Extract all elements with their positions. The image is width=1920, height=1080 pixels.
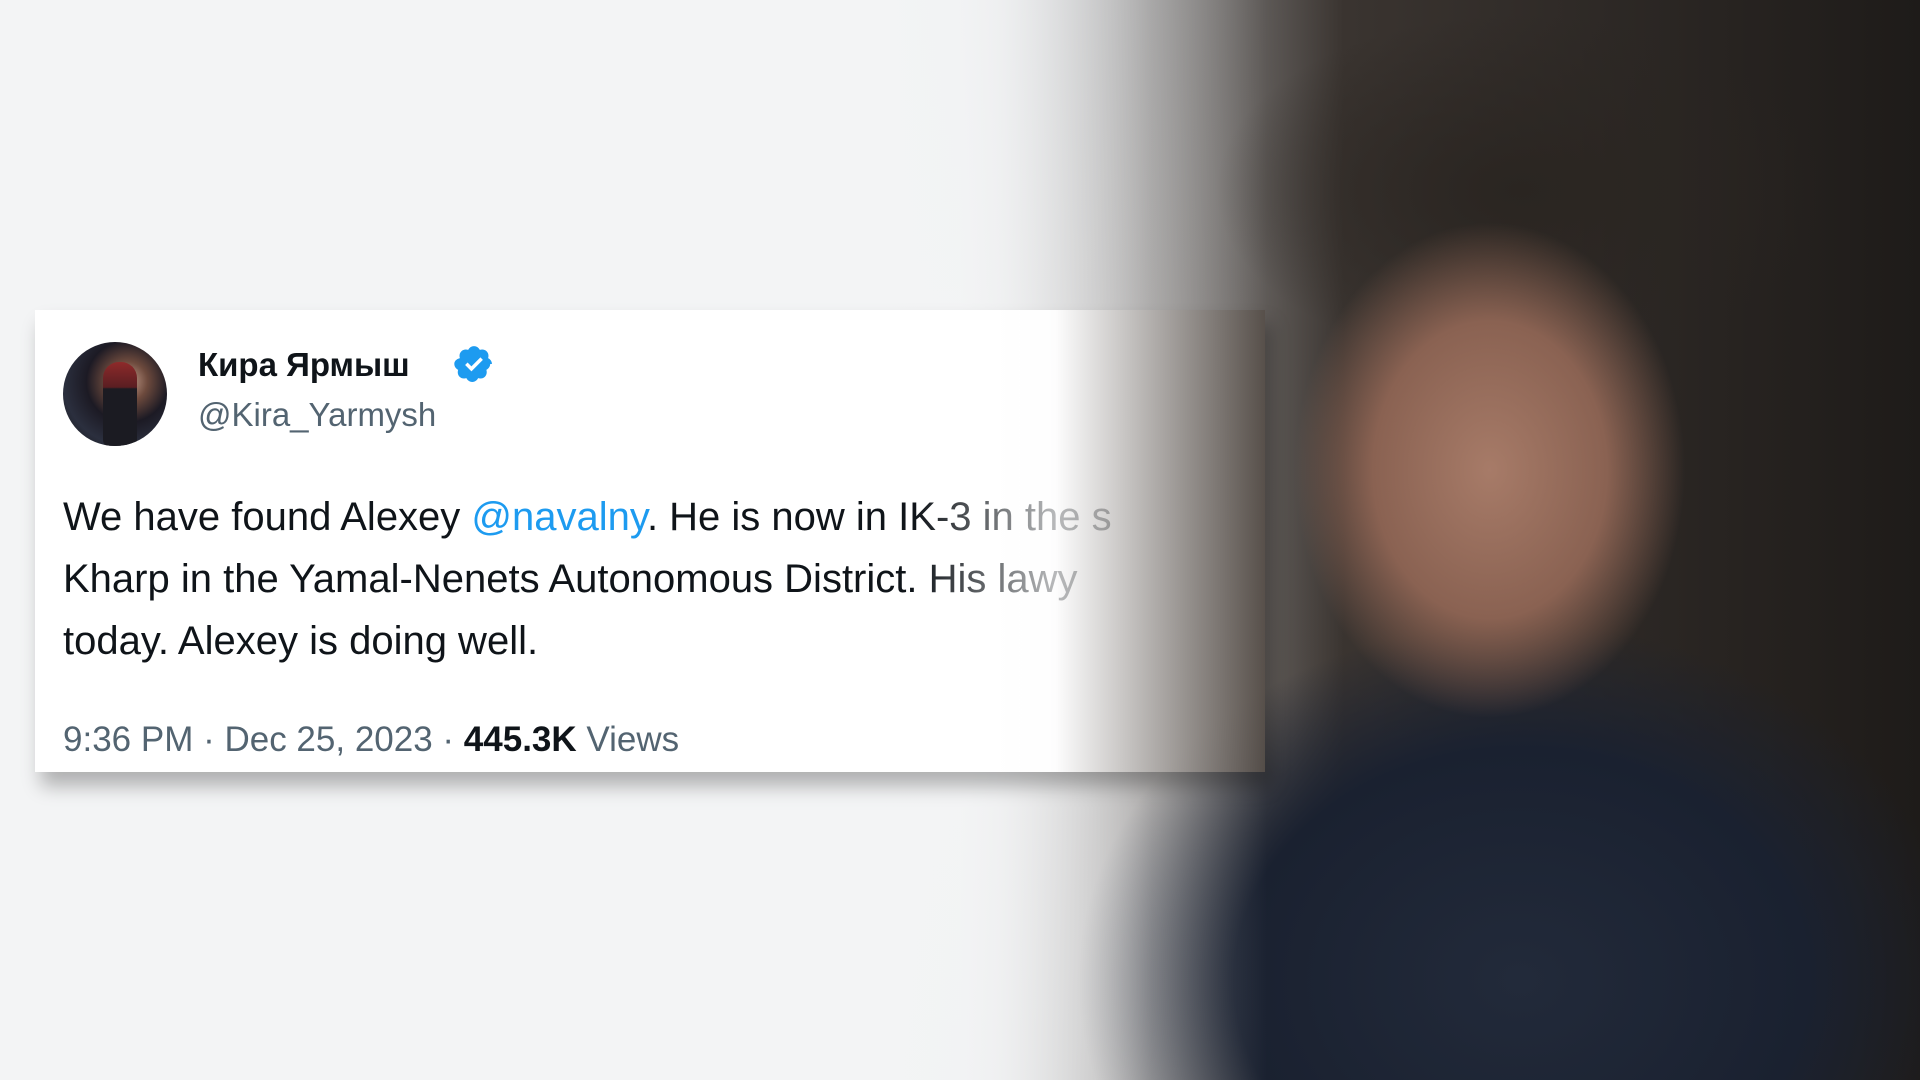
tweet-card: Кира Ярмыш @Kira_Yarmysh We have found A… [35, 310, 1265, 772]
mention-link[interactable]: @navalny [471, 495, 647, 539]
card-fade-overlay [915, 310, 1265, 772]
avatar-figure [103, 362, 137, 446]
tweet-text-segment: We have found Alexey [63, 495, 472, 539]
tweet-time[interactable]: 9:36 PM [63, 720, 193, 759]
separator: · [432, 720, 464, 759]
views-count: 445.3K [463, 720, 577, 759]
tweet-date[interactable]: Dec 25, 2023 [224, 720, 432, 759]
views-label: Views [576, 720, 680, 759]
user-handle[interactable]: @Kira_Yarmysh [198, 396, 436, 434]
separator: · [193, 720, 225, 759]
verified-badge-icon [454, 346, 492, 382]
avatar[interactable] [63, 342, 167, 446]
tweet-meta: 9:36 PM · Dec 25, 2023 · 445.3K Views [63, 720, 679, 760]
display-name[interactable]: Кира Ярмыш [198, 346, 410, 384]
